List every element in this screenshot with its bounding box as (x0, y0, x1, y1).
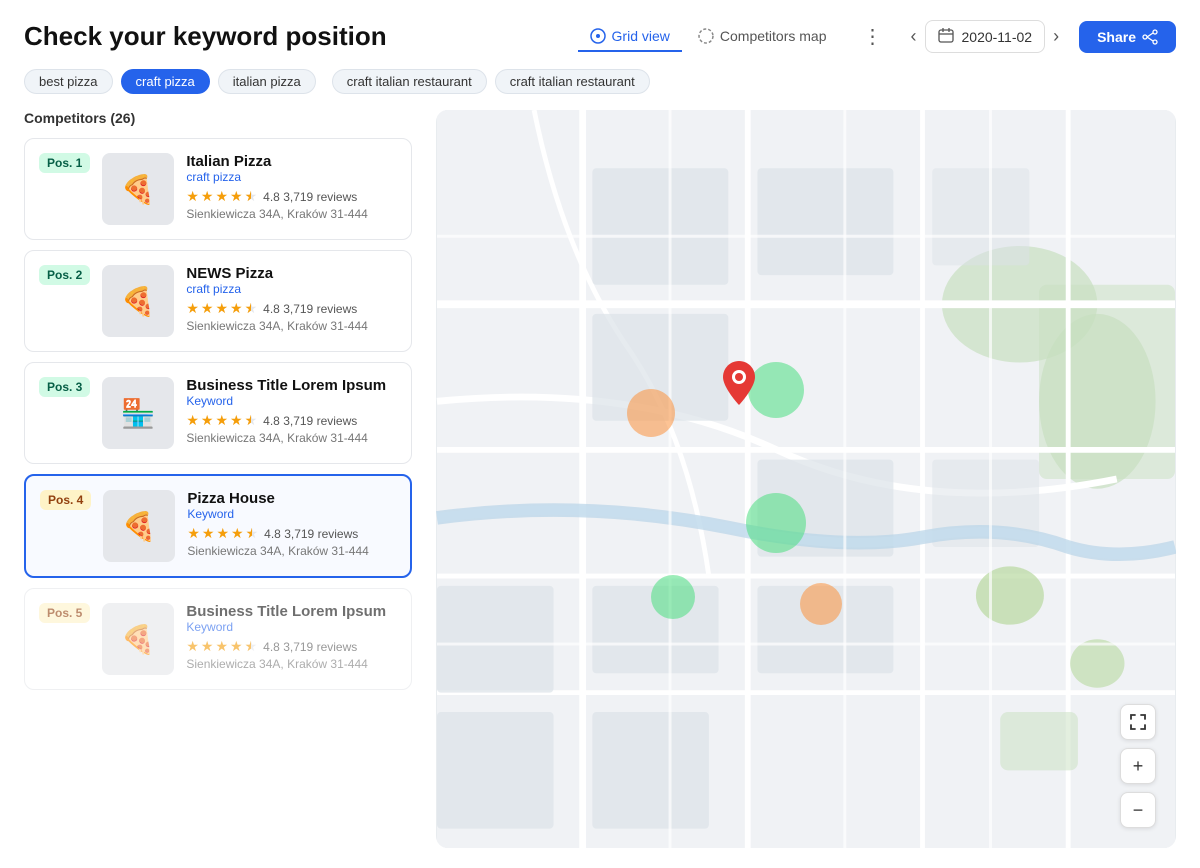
competitor-info-0: Italian Pizza craft pizza ★ ★ ★ ★ ★★ 4.8… (186, 153, 397, 221)
map-icon (698, 28, 714, 44)
competitor-name-3: Pizza House (187, 490, 396, 507)
date-picker[interactable]: 2020-11-02 (925, 20, 1046, 53)
share-icon (1142, 29, 1158, 45)
tab-map[interactable]: Competitors map (686, 22, 839, 52)
competitor-name-0: Italian Pizza (186, 153, 397, 170)
zoom-out-button[interactable]: − (1120, 792, 1156, 828)
more-menu-button[interactable]: ⋮ (855, 20, 891, 53)
competitor-image-1: 🍕 (102, 265, 174, 337)
map-dot-3 (651, 575, 695, 619)
share-button[interactable]: Share (1079, 21, 1176, 53)
position-badge-0: Pos. 1 (39, 153, 90, 173)
competitor-stars-3: ★ ★ ★ ★ ★★ 4.8 3,719 reviews (187, 525, 396, 542)
view-tabs: Grid view Competitors map (578, 22, 839, 52)
zoom-in-button[interactable]: + (1120, 748, 1156, 784)
keyword-tag-4[interactable]: craft italian restaurant (495, 69, 650, 94)
competitor-stars-4: ★ ★ ★ ★ ★★ 4.8 3,719 reviews (186, 638, 397, 655)
competitor-info-1: NEWS Pizza craft pizza ★ ★ ★ ★ ★★ 4.8 3,… (186, 265, 397, 333)
position-badge-4: Pos. 5 (39, 603, 90, 623)
calendar-icon (938, 27, 954, 46)
competitor-card-4[interactable]: Pos. 5 🍕 Business Title Lorem Ipsum Keyw… (24, 588, 412, 690)
competitor-address-4: Sienkiewicza 34A, Kraków 31-444 (186, 657, 397, 671)
competitor-image-2: 🏪 (102, 377, 174, 449)
prev-date-button[interactable]: ‹ (907, 22, 921, 51)
next-date-button[interactable]: › (1049, 22, 1063, 51)
competitor-keyword-1: craft pizza (186, 282, 397, 296)
position-badge-1: Pos. 2 (39, 265, 90, 285)
competitor-stars-0: ★ ★ ★ ★ ★★ 4.8 3,719 reviews (186, 188, 397, 205)
keyword-tag-0[interactable]: best pizza (24, 69, 113, 94)
map-controls: + − (1120, 704, 1156, 828)
competitors-sidebar: Competitors (26) Pos. 1 🍕 Italian Pizza … (24, 110, 424, 868)
map-area[interactable]: + − (436, 110, 1176, 848)
keyword-tags: best pizza craft pizza italian pizza cra… (24, 69, 1176, 94)
competitor-address-0: Sienkiewicza 34A, Kraków 31-444 (186, 207, 397, 221)
map-dot-0 (627, 389, 675, 437)
competitor-name-4: Business Title Lorem Ipsum (186, 603, 397, 620)
competitor-info-4: Business Title Lorem Ipsum Keyword ★ ★ ★… (186, 603, 397, 671)
position-badge-3: Pos. 4 (40, 490, 91, 510)
map-dot-4 (800, 583, 842, 625)
date-navigation: ‹ 2020-11-02 › (907, 20, 1064, 53)
fullscreen-button[interactable] (1120, 704, 1156, 740)
keyword-tag-1[interactable]: craft pizza (121, 69, 210, 94)
competitor-keyword-2: Keyword (186, 394, 397, 408)
competitor-address-3: Sienkiewicza 34A, Kraków 31-444 (187, 544, 396, 558)
competitor-card-1[interactable]: Pos. 2 🍕 NEWS Pizza craft pizza ★ ★ ★ ★ … (24, 250, 412, 352)
competitor-name-1: NEWS Pizza (186, 265, 397, 282)
competitor-image-0: 🍕 (102, 153, 174, 225)
competitor-keyword-0: craft pizza (186, 170, 397, 184)
page-title: Check your keyword position (24, 21, 387, 52)
competitor-stars-2: ★ ★ ★ ★ ★★ 4.8 3,719 reviews (186, 412, 397, 429)
competitor-image-4: 🍕 (102, 603, 174, 675)
competitor-card-0[interactable]: Pos. 1 🍕 Italian Pizza craft pizza ★ ★ ★… (24, 138, 412, 240)
date-value: 2020-11-02 (962, 29, 1033, 45)
competitor-info-3: Pizza House Keyword ★ ★ ★ ★ ★★ 4.8 3,719… (187, 490, 396, 558)
position-badge-2: Pos. 3 (39, 377, 90, 397)
keyword-tag-3[interactable]: craft italian restaurant (332, 69, 487, 94)
competitor-info-2: Business Title Lorem Ipsum Keyword ★ ★ ★… (186, 377, 397, 445)
competitor-address-2: Sienkiewicza 34A, Kraków 31-444 (186, 431, 397, 445)
map-marker-selected (721, 361, 757, 405)
competitor-keyword-4: Keyword (186, 620, 397, 634)
competitor-address-1: Sienkiewicza 34A, Kraków 31-444 (186, 319, 397, 333)
tab-grid[interactable]: Grid view (578, 22, 682, 52)
keyword-tag-2[interactable]: italian pizza (218, 69, 316, 94)
competitor-stars-1: ★ ★ ★ ★ ★★ 4.8 3,719 reviews (186, 300, 397, 317)
grid-icon (590, 28, 606, 44)
competitor-image-3: 🍕 (103, 490, 175, 562)
competitor-keyword-3: Keyword (187, 507, 396, 521)
competitors-heading: Competitors (26) (24, 110, 412, 126)
competitor-card-2[interactable]: Pos. 3 🏪 Business Title Lorem Ipsum Keyw… (24, 362, 412, 464)
competitor-card-3[interactable]: Pos. 4 🍕 Pizza House Keyword ★ ★ ★ ★ ★★ … (24, 474, 412, 578)
map-background (436, 110, 1176, 848)
map-dot-2 (746, 493, 806, 553)
competitor-name-2: Business Title Lorem Ipsum (186, 377, 397, 394)
